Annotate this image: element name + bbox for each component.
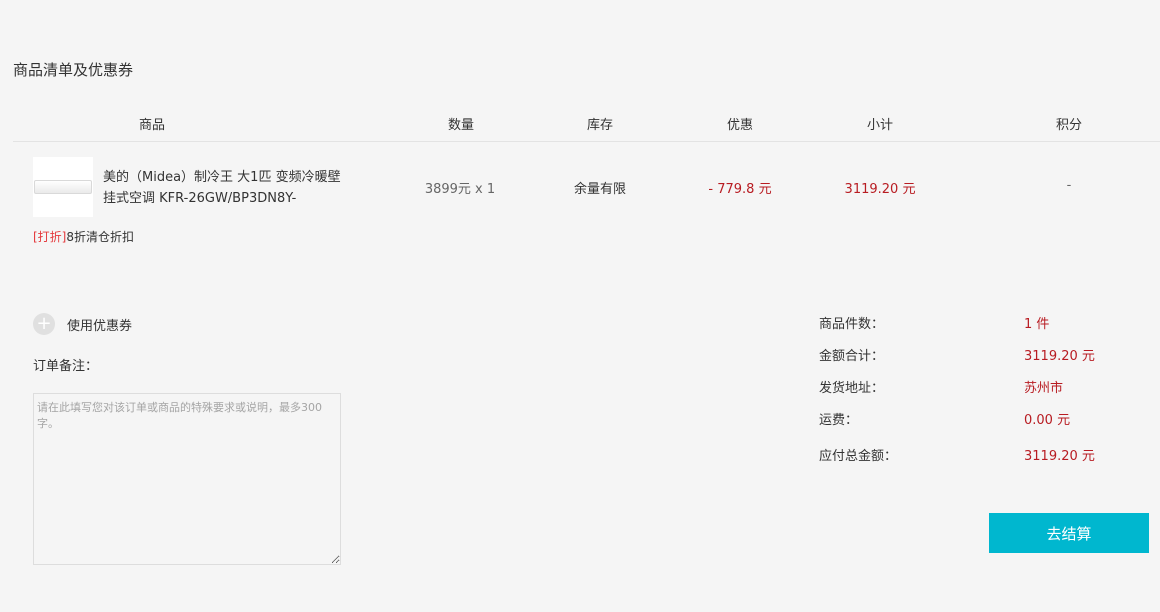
promotion-tag: [打折] (33, 230, 67, 244)
summary-shipping-label: 运费： (819, 413, 859, 428)
product-stock: 余量有限 (573, 182, 626, 197)
summary-item-count-label: 商品件数： (819, 317, 885, 332)
product-name-link[interactable]: 美的（Midea）制冷王 大1匹 变频冷暖壁挂式空调 KFR-26GW/BP3D… (103, 167, 353, 209)
summary-shipping-value: 0.00 元 (1024, 413, 1071, 428)
summary-amount-value: 3119.20 元 (1024, 349, 1095, 364)
summary-item-count-value: 1 件 (1024, 317, 1050, 332)
header-points: 积分 (1055, 118, 1082, 133)
header-quantity: 数量 (447, 118, 474, 133)
section-title: 商品清单及优惠券 (13, 61, 134, 79)
order-remark-textarea[interactable] (33, 393, 341, 565)
header-product: 商品 (138, 118, 165, 133)
summary-amount-label: 金额合计： (819, 349, 885, 364)
product-discount: - 779.8 元 (708, 182, 772, 197)
checkout-button[interactable]: 去结算 (989, 513, 1149, 553)
product-quantity: 3899元 x 1 (424, 182, 496, 197)
header-stock: 库存 (586, 118, 613, 133)
use-coupon-label[interactable]: 使用优惠券 (67, 315, 132, 334)
header-subtotal: 小计 (866, 118, 893, 133)
summary-address-label: 发货地址： (819, 381, 885, 396)
use-coupon-toggle[interactable]: + 使用优惠券 (33, 313, 132, 335)
promotion-info: [打折]8折清仓折扣 (33, 228, 134, 245)
product-subtotal: 3119.20 元 (844, 182, 916, 197)
product-thumbnail[interactable] (33, 157, 93, 217)
summary-total-label: 应付总金额： (819, 449, 898, 464)
summary-address-value: 苏州市 (1024, 381, 1064, 396)
air-conditioner-image (34, 180, 92, 194)
promotion-text: 8折清仓折扣 (66, 230, 135, 244)
plus-icon[interactable]: + (33, 313, 55, 335)
summary-total-value: 3119.20 元 (1024, 449, 1095, 464)
table-divider (13, 141, 1160, 142)
product-points: - (1066, 178, 1072, 193)
header-discount: 优惠 (726, 118, 753, 133)
order-remark-label: 订单备注： (33, 359, 99, 374)
